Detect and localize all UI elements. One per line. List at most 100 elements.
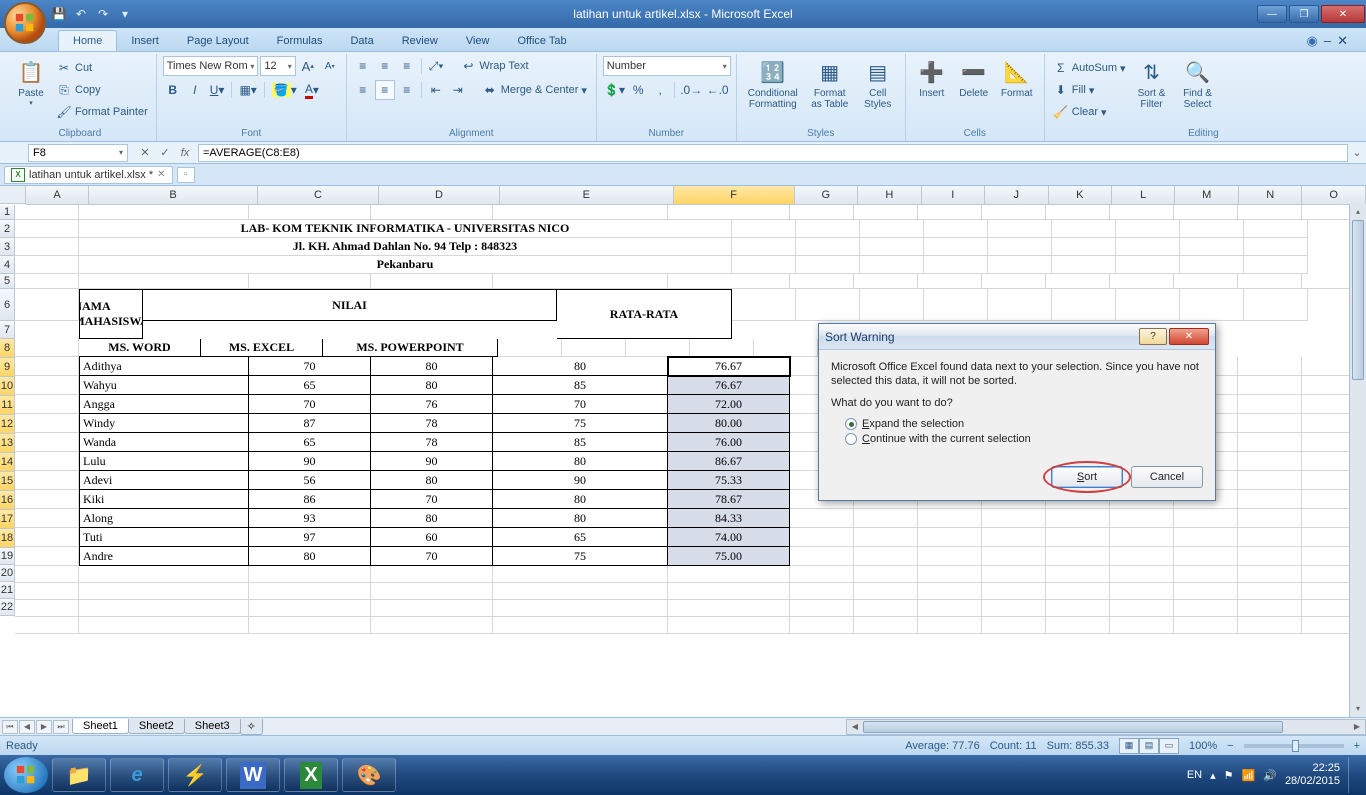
- cell-styles-button[interactable]: ▤Cell Styles: [857, 56, 899, 127]
- tray-clock[interactable]: 22:2528/02/2015: [1285, 762, 1340, 788]
- tab-formulas[interactable]: Formulas: [263, 31, 337, 51]
- shrink-font-button[interactable]: A▾: [320, 56, 340, 76]
- undo-icon[interactable]: ↶: [72, 5, 90, 23]
- col-header-B[interactable]: B: [89, 186, 258, 205]
- cell-D12[interactable]: 78: [371, 433, 493, 452]
- cell-B6[interactable]: NAMAMAHASISWA: [79, 289, 143, 339]
- view-page-layout-button[interactable]: ▤: [1139, 738, 1159, 754]
- cell-C10[interactable]: 70: [249, 395, 371, 414]
- cell-G20[interactable]: [790, 583, 854, 600]
- row-header-21[interactable]: 21: [0, 582, 15, 599]
- formula-expand-icon[interactable]: ⌄: [1348, 146, 1366, 159]
- cell-I7[interactable]: [626, 339, 690, 357]
- cell-N12[interactable]: [1238, 433, 1302, 452]
- tab-view[interactable]: View: [452, 31, 504, 51]
- col-header-D[interactable]: D: [379, 186, 500, 205]
- cell-J2[interactable]: [924, 220, 988, 238]
- cell-G18[interactable]: [790, 547, 854, 566]
- cell-D21[interactable]: [371, 600, 493, 617]
- cell-D13[interactable]: 90: [371, 452, 493, 471]
- cell-E18[interactable]: 75: [493, 547, 668, 566]
- cell-B19[interactable]: [79, 566, 249, 583]
- cell-C1[interactable]: [249, 205, 371, 220]
- sheet-tab-new[interactable]: ✧: [240, 719, 263, 735]
- vertical-scrollbar[interactable]: ▴▾: [1349, 204, 1366, 717]
- cell-J17[interactable]: [982, 528, 1046, 547]
- view-page-break-button[interactable]: ▭: [1159, 738, 1179, 754]
- row-header-20[interactable]: 20: [0, 565, 15, 582]
- cell-C17[interactable]: 97: [249, 528, 371, 547]
- horizontal-scrollbar[interactable]: ◀▶: [846, 719, 1366, 735]
- cell-L18[interactable]: [1110, 547, 1174, 566]
- cell-D10[interactable]: 76: [371, 395, 493, 414]
- cell-H16[interactable]: [854, 509, 918, 528]
- cell-F11[interactable]: 80.00: [668, 414, 790, 433]
- italic-button[interactable]: I: [185, 80, 205, 100]
- show-desktop-button[interactable]: [1348, 757, 1356, 793]
- cell-H21[interactable]: [854, 600, 918, 617]
- cell-D17[interactable]: 60: [371, 528, 493, 547]
- cell-C14[interactable]: 56: [249, 471, 371, 490]
- taskbar-excel[interactable]: X: [284, 758, 338, 792]
- cell-C21[interactable]: [249, 600, 371, 617]
- cell-A2[interactable]: [15, 220, 79, 238]
- col-header-J[interactable]: J: [985, 186, 1048, 205]
- col-header-N[interactable]: N: [1239, 186, 1302, 205]
- fill-color-button[interactable]: 🪣▾: [269, 80, 300, 100]
- close-doc-icon[interactable]: ✕: [157, 169, 165, 180]
- cell-M20[interactable]: [1174, 583, 1238, 600]
- row-header-4[interactable]: 4: [0, 256, 15, 274]
- cell-N4[interactable]: [1180, 256, 1244, 274]
- cell-D11[interactable]: 78: [371, 414, 493, 433]
- font-color-button[interactable]: A▾: [302, 80, 322, 100]
- dialog-titlebar[interactable]: Sort Warning ?✕: [819, 324, 1215, 350]
- cell-E11[interactable]: 75: [493, 414, 668, 433]
- format-painter-button[interactable]: 🖌Format Painter: [54, 102, 150, 122]
- cell-E20[interactable]: [493, 583, 668, 600]
- orientation-button[interactable]: ⤢▾: [426, 56, 447, 76]
- cell-F1[interactable]: [668, 205, 790, 220]
- cell-I3[interactable]: [860, 238, 924, 256]
- decrease-decimal-button[interactable]: ←.0: [705, 80, 729, 100]
- conditional-formatting-button[interactable]: 🔢Conditional Formatting: [743, 56, 803, 127]
- align-center-button[interactable]: ≡: [375, 80, 395, 100]
- cell-M4[interactable]: [1116, 256, 1180, 274]
- col-header-H[interactable]: H: [858, 186, 921, 205]
- cell-I19[interactable]: [918, 566, 982, 583]
- cell-N8[interactable]: [1238, 357, 1302, 376]
- sort-filter-button[interactable]: ⇅Sort & Filter: [1130, 56, 1174, 127]
- cell-N17[interactable]: [1238, 528, 1302, 547]
- cell-B21[interactable]: [79, 600, 249, 617]
- cell-B5[interactable]: [79, 274, 249, 289]
- cell-I18[interactable]: [918, 547, 982, 566]
- taskbar-word[interactable]: W: [226, 758, 280, 792]
- zoom-out-button[interactable]: −: [1227, 740, 1233, 752]
- cell-N22[interactable]: [1238, 617, 1302, 634]
- cell-M16[interactable]: [1174, 509, 1238, 528]
- cell-F10[interactable]: 72.00: [668, 395, 790, 414]
- redo-icon[interactable]: ↷: [94, 5, 112, 23]
- enter-formula-icon[interactable]: ✓: [156, 144, 174, 162]
- taskbar-paint[interactable]: 🎨: [342, 758, 396, 792]
- cell-J3[interactable]: [924, 238, 988, 256]
- cell-I17[interactable]: [918, 528, 982, 547]
- cell-B18[interactable]: Andre: [79, 547, 249, 566]
- row-header-15[interactable]: 15: [0, 472, 15, 491]
- cell-E12[interactable]: 85: [493, 433, 668, 452]
- cell-L5[interactable]: [1110, 274, 1174, 289]
- row-header-1[interactable]: 1: [0, 205, 15, 220]
- taskbar-ie[interactable]: e: [110, 758, 164, 792]
- cell-G3[interactable]: [732, 238, 796, 256]
- tab-review[interactable]: Review: [388, 31, 452, 51]
- col-header-I[interactable]: I: [922, 186, 985, 205]
- cell-A8[interactable]: [15, 357, 79, 376]
- cell-H18[interactable]: [854, 547, 918, 566]
- cell-B4[interactable]: Pekanbaru: [79, 256, 732, 274]
- cell-K18[interactable]: [1046, 547, 1110, 566]
- cell-N21[interactable]: [1238, 600, 1302, 617]
- row-header-22[interactable]: 22: [0, 599, 15, 616]
- open-icon[interactable]: ▾: [116, 5, 134, 23]
- cell-D15[interactable]: 70: [371, 490, 493, 509]
- cell-A5[interactable]: [15, 274, 79, 289]
- comma-button[interactable]: ,: [650, 80, 670, 100]
